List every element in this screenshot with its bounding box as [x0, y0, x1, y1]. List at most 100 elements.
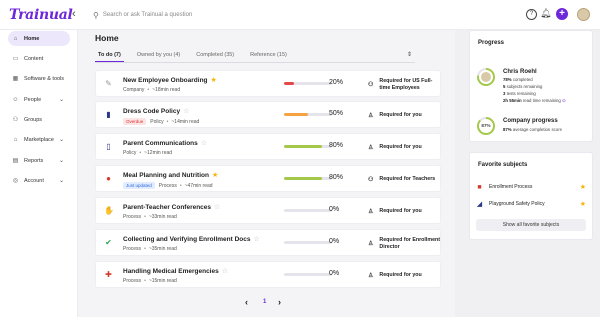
- bell-icon[interactable]: 🔔︎: [540, 8, 551, 19]
- item-meta: Just updated Process • ~47min read: [123, 182, 213, 189]
- requirement: ⚇ Required for US Full-time Employees: [368, 71, 440, 98]
- slide-icon: ◢: [476, 201, 483, 208]
- list-item[interactable]: ● Meal Planning and Nutrition ★ Just update…: [95, 165, 441, 192]
- progress-percent: 0%: [329, 206, 340, 213]
- sidebar-item-content[interactable]: ▭ Content: [8, 51, 70, 66]
- list-item[interactable]: ✔ Collecting and Verifying Enrollment Doc…: [95, 229, 441, 256]
- star-icon[interactable]: ☆: [183, 108, 189, 115]
- help-icon[interactable]: ?: [526, 9, 537, 20]
- tools-icon: ▦: [12, 76, 19, 82]
- tab-reference[interactable]: Reference (15): [247, 49, 290, 62]
- item-meta: Process • ~33min read: [123, 214, 177, 220]
- item-type: Process: [123, 278, 142, 284]
- list-item[interactable]: ✎ New Employee Onboarding ★ Company • ~18min …: [95, 70, 441, 97]
- item-title[interactable]: Dress Code Policy ☆: [123, 107, 189, 115]
- show-all-favorites-button[interactable]: Show all favorite subjects: [476, 219, 586, 231]
- company-avg-stat: 87% average completion score: [503, 127, 563, 132]
- item-title[interactable]: Handling Medical Emergencies ☆: [123, 267, 228, 275]
- item-title[interactable]: Meal Planning and Nutrition ★: [123, 171, 218, 179]
- page-number[interactable]: 1: [263, 299, 266, 305]
- requirement: ♙ Required for you: [368, 134, 422, 161]
- people-icon: ☺: [12, 96, 19, 103]
- favorite-subject[interactable]: ■ Enrollment Process ★: [476, 180, 586, 194]
- sort-icon[interactable]: ⇕: [407, 51, 412, 58]
- sidebar-item-label: Account: [24, 177, 44, 184]
- sidebar-item-account[interactable]: ◎ Account ⌄: [8, 173, 70, 188]
- progress-card: Progress Chris Roehl 78% completed 5 sub…: [469, 30, 593, 142]
- progress-card-title: Progress: [478, 40, 505, 46]
- tab-to-do[interactable]: To do (7): [95, 49, 124, 62]
- groups-icon: ⚇: [12, 117, 19, 123]
- group-icon: ⚇: [368, 177, 374, 183]
- star-icon[interactable]: ☆: [201, 140, 207, 147]
- sidebar-item-reports[interactable]: ▤ Reports ⌄: [8, 153, 70, 168]
- completed-stat: 78% completed: [503, 77, 533, 82]
- read-time: ~35min read: [148, 246, 177, 252]
- item-type: Process: [158, 182, 177, 189]
- chevron-down-icon[interactable]: ⌄: [59, 96, 64, 103]
- progress-percent: 80%: [329, 142, 344, 149]
- chevron-down-icon[interactable]: ⌄: [59, 136, 64, 143]
- avatar[interactable]: [577, 8, 590, 21]
- favorite-subject[interactable]: ◢ Playground Safety Policy ★: [476, 197, 586, 211]
- item-meta: Process • ~35min read: [123, 246, 177, 252]
- list-item[interactable]: ✚ Handling Medical Emergencies ☆ Process • ~1…: [95, 261, 441, 288]
- progress-percent: 50%: [329, 110, 344, 117]
- star-icon[interactable]: ★: [580, 183, 586, 191]
- sidebar-item-software-tools[interactable]: ▦ Software & tools: [8, 71, 70, 86]
- top-bar: Trainual ‹ ⚲ Search or ask Trainual a qu…: [0, 0, 600, 30]
- search-icon: ⚲: [93, 10, 99, 20]
- progress-bar: [284, 241, 332, 244]
- progress-bar: [284, 177, 332, 180]
- person-icon: ♙: [368, 209, 374, 215]
- list-item[interactable]: ▯ Parent Communications ☆ Policy • ~12min rea…: [95, 133, 441, 160]
- pants-icon: ▮: [106, 110, 111, 119]
- add-button[interactable]: +: [556, 8, 568, 20]
- progress-percent: 0%: [329, 238, 340, 245]
- read-time: ~12min read: [144, 150, 173, 156]
- item-title[interactable]: New Employee Onboarding ★: [123, 76, 217, 84]
- star-icon[interactable]: ★: [580, 200, 586, 208]
- user-name: Chris Roehl: [503, 69, 537, 75]
- star-icon[interactable]: ★: [212, 172, 218, 179]
- sidebar-item-groups[interactable]: ⚇ Groups: [8, 112, 70, 127]
- person-icon: ♙: [368, 273, 374, 279]
- star-icon[interactable]: ☆: [214, 204, 220, 211]
- subjects-stat: 5 subjects remaining: [503, 84, 543, 89]
- read-time: ~47min read: [184, 182, 213, 189]
- chevron-down-icon[interactable]: ⌄: [59, 157, 64, 164]
- sidebar-item-marketplace[interactable]: ⌂ Marketplace ⌄: [8, 132, 70, 147]
- favorite-label: Enrollment Process: [489, 184, 533, 190]
- user-avatar: [481, 72, 491, 82]
- list-item[interactable]: ▮ Dress Code Policy ☆ Overdue Policy • ~14min …: [95, 101, 441, 128]
- star-icon[interactable]: ☆: [222, 268, 228, 275]
- tab-owned-by-you[interactable]: Owned by you (4): [134, 49, 183, 62]
- read-time: ~15min read: [148, 278, 177, 284]
- sidebar-item-label: Marketplace: [24, 136, 54, 143]
- company-pct: 87%: [481, 123, 491, 128]
- progress-bar: [284, 209, 332, 212]
- group-icon: ⚇: [368, 82, 374, 88]
- chevron-down-icon[interactable]: ⌄: [59, 177, 64, 184]
- collapse-sidebar-icon[interactable]: ‹: [72, 8, 76, 20]
- star-icon[interactable]: ☆: [254, 236, 260, 243]
- onboarding-icon: ✎: [105, 79, 112, 88]
- sidebar-item-people[interactable]: ☺ People ⌄: [8, 92, 70, 107]
- read-time: ~33min read: [148, 214, 177, 220]
- tab-completed[interactable]: Completed (35): [193, 49, 237, 62]
- sidebar-item-home[interactable]: ⌂ Home: [8, 31, 70, 46]
- item-meta: Overdue Policy • ~14min read: [123, 118, 199, 125]
- sidebar-item-label: People: [24, 96, 42, 103]
- requirement-label: Required for you: [379, 144, 422, 151]
- item-title[interactable]: Parent Communications ☆: [123, 139, 207, 147]
- list-item[interactable]: ✋ Parent-Teacher Conferences ☆ Process • ~33m…: [95, 197, 441, 224]
- item-title[interactable]: Parent-Teacher Conferences ☆: [123, 203, 220, 211]
- star-icon[interactable]: ★: [211, 77, 217, 84]
- prev-page-button[interactable]: ‹: [245, 297, 248, 307]
- item-title[interactable]: Collecting and Verifying Enrollment Docs…: [123, 235, 260, 243]
- progress-percent: 80%: [329, 174, 344, 181]
- search-input[interactable]: ⚲ Search or ask Trainual a question: [93, 8, 513, 22]
- app-logo[interactable]: Trainual: [9, 7, 73, 23]
- next-page-button[interactable]: ›: [278, 297, 281, 307]
- tab-bar: To do (7) Owned by you (4) Completed (35) R…: [95, 49, 415, 63]
